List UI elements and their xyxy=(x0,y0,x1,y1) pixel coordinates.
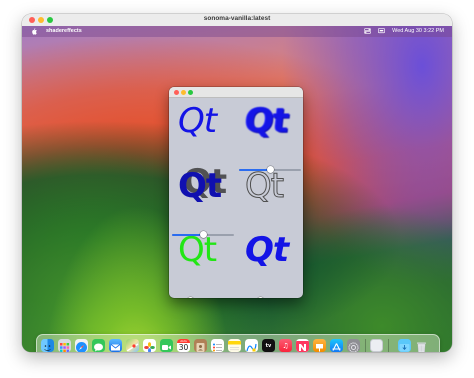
music-icon[interactable]: ♫ xyxy=(279,339,292,352)
slider-fill xyxy=(172,234,203,236)
news-icon[interactable] xyxy=(296,339,309,352)
dock: AUG 30 tv ♫ xyxy=(36,334,440,352)
colorize-slider[interactable] xyxy=(172,297,234,298)
apple-logo-icon[interactable] xyxy=(31,28,37,35)
appletv-icon[interactable]: tv xyxy=(262,339,275,352)
maps-icon[interactable] xyxy=(126,339,139,352)
slider-knob[interactable] xyxy=(199,231,207,238)
italic-slider[interactable] xyxy=(239,297,301,298)
dock-separator xyxy=(365,339,366,352)
slider-knob[interactable] xyxy=(257,297,265,298)
facetime-icon[interactable] xyxy=(160,339,173,352)
slider-fill xyxy=(239,169,270,171)
shadereffects-window: Qt Qt Qt Qt Qt Qt xyxy=(169,87,303,298)
desktop[interactable]: shadereffects Wed Aug 30 3:22 PM Qt Qt Q… xyxy=(22,26,452,352)
app-titlebar[interactable] xyxy=(169,87,303,98)
menu-bar: shadereffects Wed Aug 30 3:22 PM xyxy=(22,26,452,37)
shadereffects-app-icon[interactable] xyxy=(370,339,383,352)
qt-sample-outline: Qt xyxy=(244,166,284,206)
keynote-icon[interactable] xyxy=(313,339,326,352)
qt-sample-drop-shadow: Qt xyxy=(178,166,222,206)
mail-icon[interactable] xyxy=(109,339,122,352)
trash-icon[interactable] xyxy=(415,339,428,352)
photos-icon[interactable] xyxy=(143,339,156,352)
qt-sample-colorize: Qt xyxy=(178,230,217,270)
safari-icon[interactable] xyxy=(75,339,88,352)
messages-icon[interactable] xyxy=(92,339,105,352)
qt-sample-bold-italic: Qt xyxy=(245,230,289,270)
system-settings-icon[interactable] xyxy=(347,339,360,352)
menu-bar-clock[interactable]: Wed Aug 30 3:22 PM xyxy=(392,28,444,34)
contacts-icon[interactable] xyxy=(194,339,207,352)
notes-icon[interactable] xyxy=(228,339,241,352)
screen-mirroring-icon[interactable] xyxy=(378,28,386,34)
finder-icon[interactable] xyxy=(41,339,54,352)
downloads-icon[interactable] xyxy=(398,339,411,352)
launchpad-icon[interactable] xyxy=(58,339,71,352)
wobble-slider[interactable] xyxy=(239,166,301,173)
vm-titlebar[interactable]: sonoma-vanilla:latest xyxy=(22,14,452,26)
vm-window: sonoma-vanilla:latest shadereffects Wed … xyxy=(22,14,452,352)
slider-knob[interactable] xyxy=(266,166,274,173)
vm-window-title: sonoma-vanilla:latest xyxy=(203,15,271,22)
reminders-icon[interactable] xyxy=(211,339,224,352)
calendar-day: 30 xyxy=(178,343,189,352)
app-menu-name[interactable]: shadereffects xyxy=(46,28,82,34)
app-fullscreen-button[interactable] xyxy=(188,90,193,95)
menu-bar-extras: Wed Aug 30 3:22 PM xyxy=(364,28,444,34)
qt-sample-wobble: Qt xyxy=(242,101,291,141)
qt-sample-italic: Qt xyxy=(178,101,217,141)
slider-knob[interactable] xyxy=(187,297,195,298)
appstore-icon[interactable] xyxy=(330,339,343,352)
freeform-icon[interactable] xyxy=(245,339,258,352)
calendar-icon[interactable]: AUG 30 xyxy=(177,339,190,352)
app-close-button[interactable] xyxy=(174,90,179,95)
dock-separator xyxy=(388,339,389,352)
shadow-slider[interactable] xyxy=(172,231,234,238)
control-center-icon[interactable] xyxy=(364,28,372,34)
app-minimize-button[interactable] xyxy=(181,90,186,95)
